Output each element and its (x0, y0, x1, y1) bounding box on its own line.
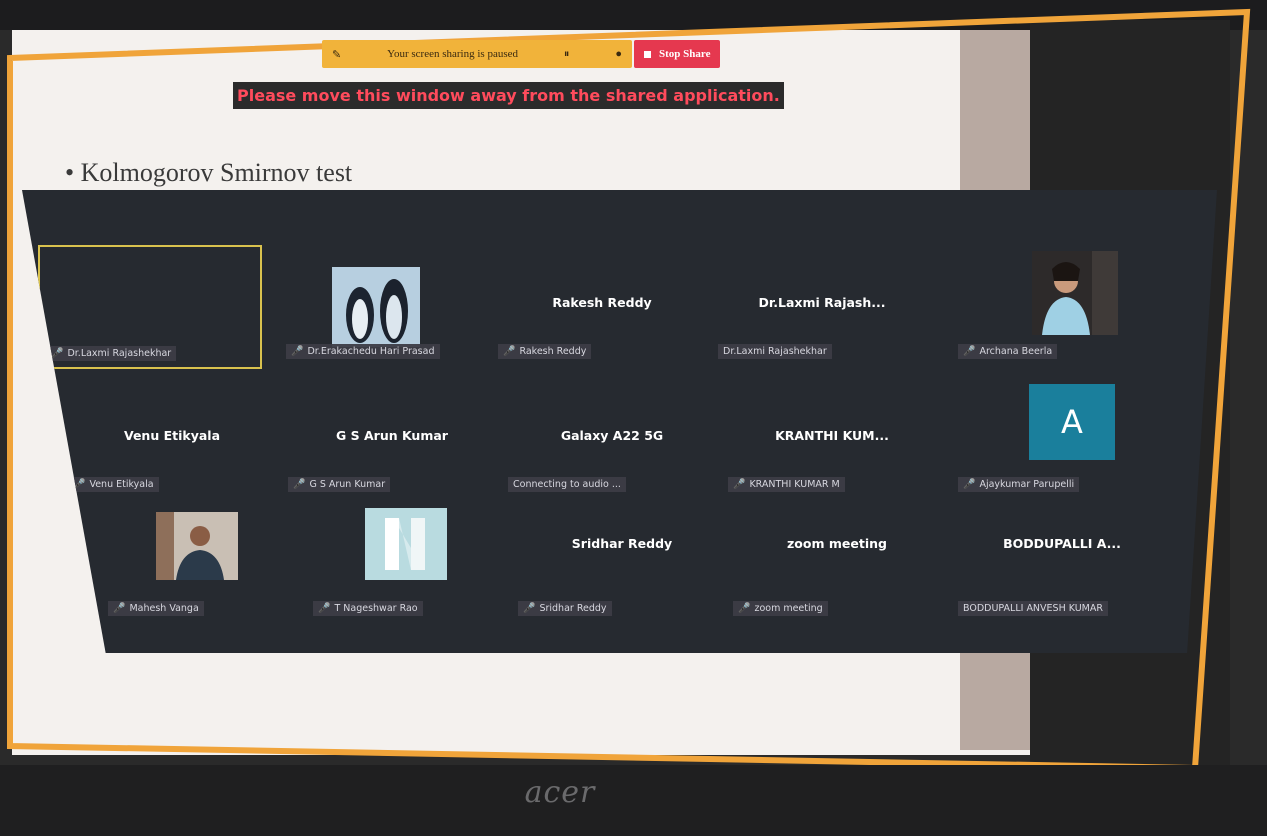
participant-name-label: 🎤 Sridhar Reddy (518, 601, 612, 616)
letter-avatar: A (1029, 384, 1115, 460)
participant-name-display: Galaxy A22 5G (560, 428, 664, 443)
muted-mic-icon: 🎤 (738, 603, 751, 614)
acer-logo: acer (524, 775, 596, 810)
participant-name-display: KRANTHI KUM... (775, 428, 889, 443)
participant-name-label: 🎤 Rakesh Reddy (498, 344, 592, 359)
muted-mic-icon: 🎤 (293, 479, 306, 490)
participant-name-display: Dr.Laxmi Rajash... (758, 295, 886, 310)
participant-name-label: Dr.Laxmi Rajashekhar (718, 344, 832, 359)
participant-tile[interactable]: Sridhar Reddy 🎤 Sridhar Reddy (512, 502, 732, 622)
participant-tile[interactable]: 🎤 Dr.Laxmi Rajashekhar (38, 245, 262, 369)
participant-name-label: 🎤 Archana Beerla (958, 344, 1058, 359)
participant-tile[interactable]: G S Arun Kumar 🎤 G S Arun Kumar (282, 378, 502, 498)
participant-name-label: 🎤 zoom meeting (733, 601, 828, 616)
participant-name-label: 🎤 Venu Etikyala (68, 477, 159, 492)
participant-name-display: BODDUPALLI A... (1003, 536, 1121, 551)
participant-name-label: 🎤 Ajaykumar Parupelli (958, 477, 1080, 492)
slide-title: • Kolmogorov Smirnov test (65, 158, 353, 187)
zoom-gallery-view: 🎤 Dr.Laxmi Rajashekhar 🎤 Dr.Erakachedu Har… (22, 190, 1217, 653)
participant-tile[interactable]: BODDUPALLI A... BODDUPALLI ANVESH KUMAR (952, 502, 1172, 622)
muted-mic-icon: 🎤 (113, 603, 126, 614)
participant-tile[interactable]: A 🎤 Ajaykumar Parupelli (952, 378, 1172, 498)
share-paused-text: Your screen sharing is paused (387, 48, 518, 60)
penguins-photo (332, 267, 420, 347)
stop-share-button[interactable]: Stop Share (634, 40, 721, 68)
share-paused-bar: ✎ Your screen sharing is paused ⏸ ● (322, 40, 632, 68)
abstract-photo (365, 508, 447, 580)
share-warning-message: Please move this window away from the sh… (233, 82, 784, 109)
participant-name-label: 🎤 KRANTHI KUMAR M (728, 477, 845, 492)
participant-name-display: Sridhar Reddy (571, 536, 673, 551)
participant-name-label: 🎤 T Nageshwar Rao (313, 601, 423, 616)
muted-mic-icon: 🎤 (318, 603, 331, 614)
muted-mic-icon: 🎤 (963, 479, 976, 490)
participant-name-display: Venu Etikyala (123, 428, 221, 443)
participant-tile[interactable]: Rakesh Reddy 🎤 Rakesh Reddy (492, 245, 712, 365)
info-icon[interactable]: ● (615, 48, 622, 60)
muted-mic-icon: 🎤 (733, 479, 746, 490)
monitor-bezel-bottom (0, 765, 1267, 836)
pin-icon[interactable]: ✎ (332, 48, 341, 61)
pause-icon[interactable]: ⏸ (564, 48, 570, 61)
participant-name-display: zoom meeting (787, 536, 887, 551)
participant-name-display: Rakesh Reddy (552, 295, 652, 310)
muted-mic-icon: 🎤 (963, 346, 976, 357)
muted-mic-icon: 🎤 (503, 346, 516, 357)
participant-name-display: G S Arun Kumar (336, 428, 448, 443)
participant-tile[interactable]: 🎤 Mahesh Vanga (102, 502, 322, 622)
man-photo (156, 512, 238, 580)
participant-tile[interactable]: KRANTHI KUM... 🎤 KRANTHI KUMAR M (722, 378, 942, 498)
participant-name-label: 🎤 Dr.Laxmi Rajashekhar (46, 346, 177, 361)
share-toolbar: ✎ Your screen sharing is paused ⏸ ● Stop… (322, 40, 736, 68)
stop-icon (644, 50, 651, 58)
participant-name-label: 🎤 Mahesh Vanga (108, 601, 204, 616)
participant-tile[interactable]: Dr.Laxmi Rajash... Dr.Laxmi Rajashekhar (712, 245, 932, 365)
participant-tile[interactable]: Venu Etikyala 🎤 Venu Etikyala (62, 378, 282, 498)
participant-tile[interactable]: zoom meeting 🎤 zoom meeting (727, 502, 947, 622)
participant-name-label: BODDUPALLI ANVESH KUMAR (958, 601, 1108, 616)
participant-tile[interactable]: Galaxy A22 5G Connecting to audio ... (502, 378, 722, 498)
woman-photo (1032, 251, 1118, 335)
monitor: • Kolmogorov Smirnov test ✎ Your screen … (0, 0, 1267, 836)
participant-name-label: 🎤 G S Arun Kumar (288, 477, 391, 492)
participant-name-label: Connecting to audio ... (508, 477, 626, 492)
stop-share-label: Stop Share (659, 48, 711, 60)
participant-tile[interactable]: 🎤 Archana Beerla (952, 245, 1172, 365)
muted-mic-icon: 🎤 (51, 348, 64, 359)
muted-mic-icon: 🎤 (291, 346, 304, 357)
participant-tile[interactable]: 🎤 Dr.Erakachedu Hari Prasad (280, 245, 500, 365)
participant-name-label: 🎤 Dr.Erakachedu Hari Prasad (286, 344, 440, 359)
muted-mic-icon: 🎤 (523, 603, 536, 614)
participant-tile[interactable]: 🎤 T Nageshwar Rao (307, 502, 527, 622)
